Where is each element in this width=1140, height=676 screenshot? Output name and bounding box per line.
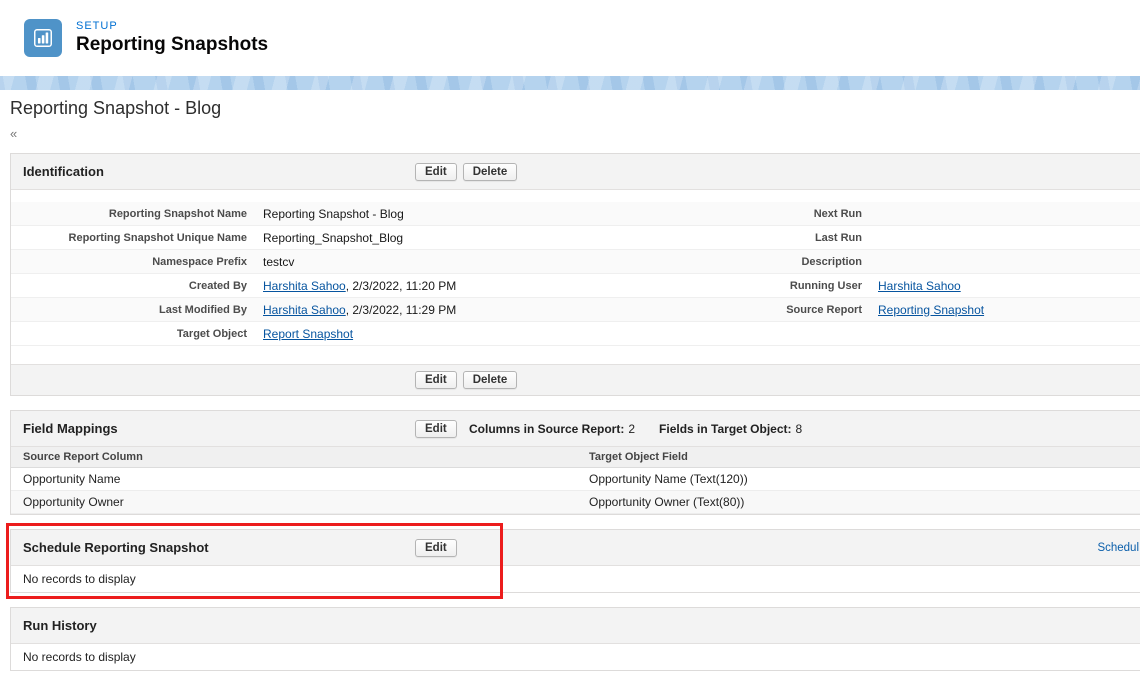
edit-button[interactable]: Edit	[415, 419, 457, 438]
field-label: Description	[801, 255, 862, 268]
stat-label: Fields in Target Object:	[659, 421, 792, 436]
delete-button[interactable]: Delete	[462, 162, 518, 181]
detail-row: Reporting Snapshot Name Reporting Snapsh…	[11, 202, 1140, 226]
run-history-title: Run History	[23, 618, 97, 633]
table-header-row: Source Report Column Target Object Field	[11, 447, 1140, 468]
field-label: Target Object	[176, 327, 247, 340]
source-report-column-header: Source Report Column	[11, 447, 577, 468]
mapping-row: Opportunity Owner Opportunity Owner (Tex…	[11, 490, 1140, 514]
content-area: Reporting Snapshot - Blog « Identificati…	[0, 90, 1140, 671]
setup-eyebrow: SETUP	[76, 20, 118, 33]
stat-value: 8	[795, 421, 803, 436]
fields-in-target-object-stat: Fields in Target Object: 8	[659, 422, 802, 436]
field-value: testcv	[263, 254, 295, 269]
schedule-header: Schedule Reporting Snapshot Edit Schedul	[11, 530, 1140, 566]
setup-page-title: Reporting Snapshots	[76, 34, 269, 56]
identification-footer: Edit Delete	[11, 364, 1140, 395]
field-value-text: , 2/3/2022, 11:29 PM	[345, 302, 457, 317]
detail-row: Namespace Prefix testcv Description	[11, 250, 1140, 274]
field-label: Last Run	[814, 231, 862, 244]
schedule-header-buttons: Edit	[415, 530, 457, 565]
bar-chart-icon	[34, 29, 52, 47]
schedule-section: Schedule Reporting Snapshot Edit Schedul…	[10, 529, 1140, 593]
setup-header: SETUP Reporting Snapshots	[0, 0, 1140, 76]
mapping-row: Opportunity Name Opportunity Name (Text(…	[11, 467, 1140, 491]
field-label: Reporting Snapshot Unique Name	[68, 231, 247, 244]
columns-in-source-report-stat: Columns in Source Report: 2	[469, 422, 635, 436]
identification-section: Identification Edit Delete Reporting Sna…	[10, 153, 1140, 396]
edit-button[interactable]: Edit	[415, 538, 457, 557]
field-label: Source Report	[786, 303, 862, 316]
source-column-cell: Opportunity Name	[11, 467, 577, 491]
field-mappings-header: Field Mappings Edit Columns in Source Re…	[11, 411, 1140, 447]
source-report-link[interactable]: Reporting Snapshot	[878, 303, 984, 317]
field-value: Reporting_Snapshot_Blog	[263, 230, 404, 245]
field-mappings-title: Field Mappings	[23, 421, 118, 436]
created-by-user-link[interactable]: Harshita Sahoo	[263, 279, 346, 293]
identification-header: Identification Edit Delete	[11, 154, 1140, 190]
field-label: Namespace Prefix	[152, 255, 247, 268]
target-field-cell: Opportunity Name (Text(120))	[577, 467, 1140, 491]
field-label: Next Run	[813, 207, 862, 220]
schedule-help-link[interactable]: Schedul	[1097, 542, 1139, 554]
field-label: Running User	[789, 279, 862, 292]
decorative-banner	[0, 76, 1140, 90]
reporting-snapshots-icon	[24, 19, 62, 57]
detail-row: Last Modified By Harshita Sahoo, 2/3/202…	[11, 298, 1140, 322]
field-label: Created By	[188, 279, 247, 292]
stat-label: Columns in Source Report:	[469, 421, 625, 436]
field-value: Reporting Snapshot - Blog	[263, 206, 404, 221]
edit-button[interactable]: Edit	[415, 162, 457, 181]
schedule-empty-message: No records to display	[23, 572, 136, 586]
field-value: Report Snapshot	[261, 327, 621, 341]
run-history-empty-message: No records to display	[23, 650, 136, 664]
schedule-title: Schedule Reporting Snapshot	[23, 540, 209, 555]
running-user-link[interactable]: Harshita Sahoo	[878, 279, 961, 293]
setup-titles: SETUP Reporting Snapshots	[76, 20, 268, 56]
edit-button[interactable]: Edit	[415, 371, 457, 389]
field-label: Reporting Snapshot Name	[108, 207, 247, 220]
field-value: Harshita Sahoo, 2/3/2022, 11:29 PM	[261, 303, 621, 317]
field-value: Harshita Sahoo	[876, 279, 1140, 293]
detail-row: Created By Harshita Sahoo, 2/3/2022, 11:…	[11, 274, 1140, 298]
identification-title: Identification	[23, 164, 104, 179]
field-mappings-header-buttons: Edit	[415, 411, 457, 446]
delete-button[interactable]: Delete	[462, 371, 518, 389]
record-title: Reporting Snapshot - Blog	[10, 98, 222, 118]
run-history-section: Run History No records to display	[10, 607, 1140, 671]
field-value: Harshita Sahoo, 2/3/2022, 11:20 PM	[261, 279, 621, 293]
schedule-section-wrap: Schedule Reporting Snapshot Edit Schedul…	[6, 523, 1140, 599]
identification-footer-buttons: Edit Delete	[415, 371, 1140, 389]
modified-by-user-link[interactable]: Harshita Sahoo	[263, 303, 346, 317]
field-mappings-stats: Columns in Source Report: 2 Fields in Tar…	[469, 411, 802, 446]
field-mappings-section: Field Mappings Edit Columns in Source Re…	[10, 410, 1140, 515]
run-history-header: Run History	[11, 608, 1140, 644]
collapse-sidebar-control[interactable]: «	[10, 126, 17, 141]
field-mappings-table: Source Report Column Target Object Field…	[11, 447, 1140, 514]
identification-detail: Reporting Snapshot Name Reporting Snapsh…	[11, 190, 1140, 364]
field-label: Last Modified By	[158, 303, 247, 316]
detail-row: Target Object Report Snapshot	[11, 322, 1140, 346]
source-column-cell: Opportunity Owner	[11, 490, 577, 514]
target-object-link[interactable]: Report Snapshot	[263, 327, 353, 341]
target-field-cell: Opportunity Owner (Text(80))	[577, 490, 1140, 514]
target-object-field-header: Target Object Field	[577, 447, 1140, 468]
stat-value: 2	[628, 421, 636, 436]
detail-row: Reporting Snapshot Unique Name Reporting…	[11, 226, 1140, 250]
field-value-text: , 2/3/2022, 11:20 PM	[345, 278, 457, 293]
identification-header-buttons: Edit Delete	[415, 154, 518, 189]
field-value: Reporting Snapshot	[876, 303, 1140, 317]
